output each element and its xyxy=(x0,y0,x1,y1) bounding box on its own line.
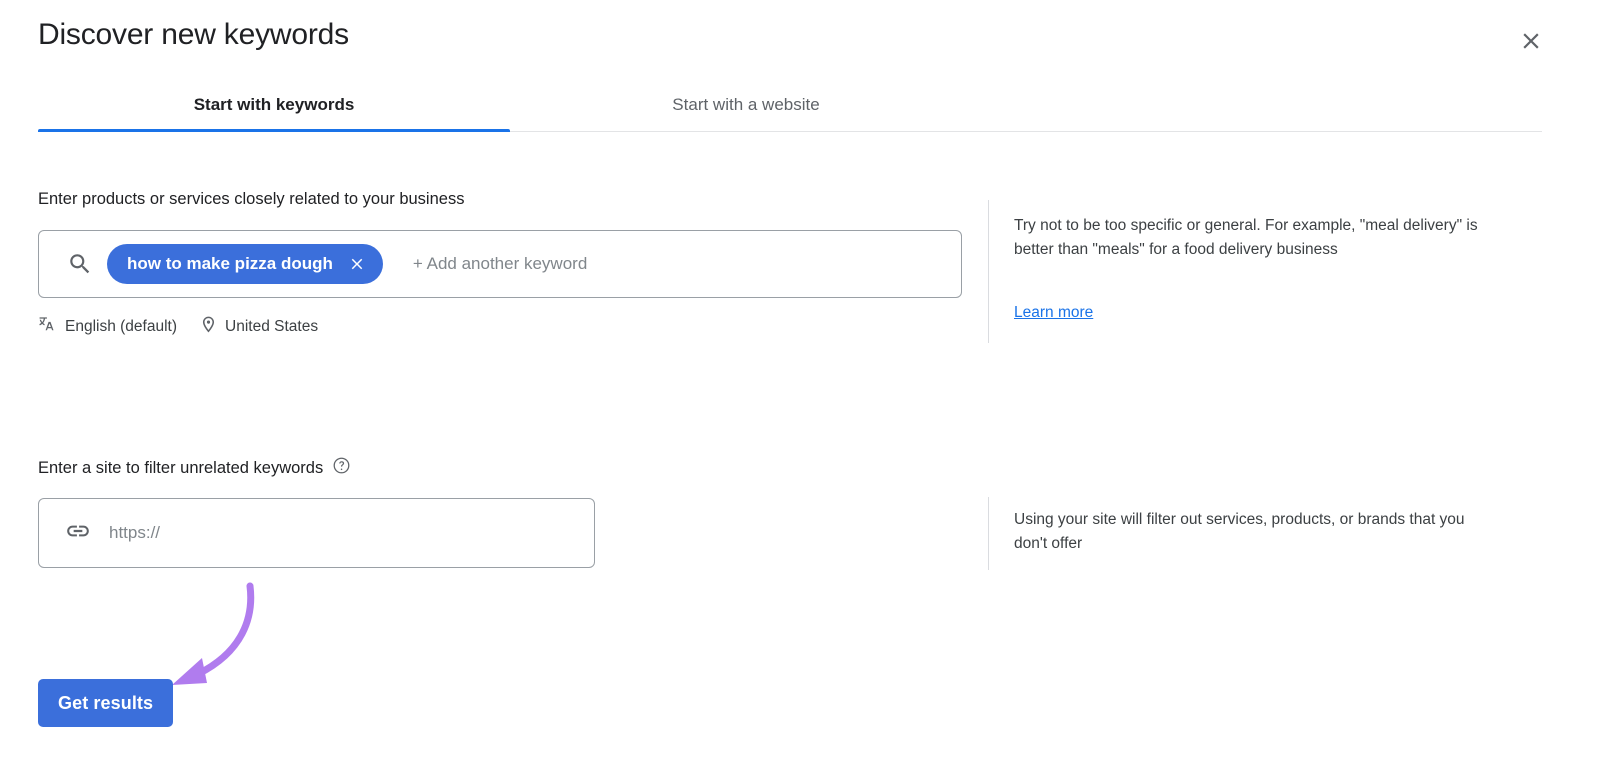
keyword-chip-label: how to make pizza dough xyxy=(127,254,333,274)
tab-label: Start with a website xyxy=(672,95,819,115)
hint-divider xyxy=(988,497,989,570)
keywords-field-label: Enter products or services closely relat… xyxy=(38,190,464,209)
language-label: English (default) xyxy=(65,318,177,336)
get-results-button[interactable]: Get results xyxy=(38,679,173,727)
location-selector[interactable]: United States xyxy=(199,315,318,339)
keywords-input-container[interactable]: how to make pizza dough + Add another ke… xyxy=(38,230,962,298)
tab-bar: Start with keywords Start with a website xyxy=(0,78,1600,132)
tab-label: Start with keywords xyxy=(194,95,355,115)
keywords-hint-text: Try not to be too specific or general. F… xyxy=(1014,214,1519,262)
location-pin-icon xyxy=(199,315,218,339)
site-url-input[interactable]: https:// xyxy=(109,523,160,543)
close-button[interactable] xyxy=(1514,24,1548,58)
help-circle-icon[interactable] xyxy=(332,456,351,480)
site-label-text: Enter a site to filter unrelated keyword… xyxy=(38,459,323,478)
keyword-chip[interactable]: how to make pizza dough xyxy=(107,244,383,284)
location-label: United States xyxy=(225,318,318,336)
page-title: Discover new keywords xyxy=(38,18,349,52)
search-icon xyxy=(53,251,107,277)
translate-icon xyxy=(38,314,58,339)
site-input-container[interactable]: https:// xyxy=(38,498,595,568)
close-icon xyxy=(1518,28,1544,54)
hint-divider xyxy=(988,200,989,343)
add-keyword-input[interactable]: + Add another keyword xyxy=(413,254,587,274)
active-tab-indicator xyxy=(38,129,510,132)
tab-start-with-a-website[interactable]: Start with a website xyxy=(510,78,982,131)
tab-start-with-keywords[interactable]: Start with keywords xyxy=(38,78,510,131)
link-icon xyxy=(65,518,91,549)
learn-more-link[interactable]: Learn more xyxy=(1014,304,1093,322)
site-hint-text: Using your site will filter out services… xyxy=(1014,508,1494,556)
keyword-chip-remove-icon[interactable] xyxy=(347,254,367,274)
language-selector[interactable]: English (default) xyxy=(38,314,177,339)
site-field-label: Enter a site to filter unrelated keyword… xyxy=(38,456,351,480)
keyword-settings-row: English (default) United States xyxy=(38,314,318,339)
